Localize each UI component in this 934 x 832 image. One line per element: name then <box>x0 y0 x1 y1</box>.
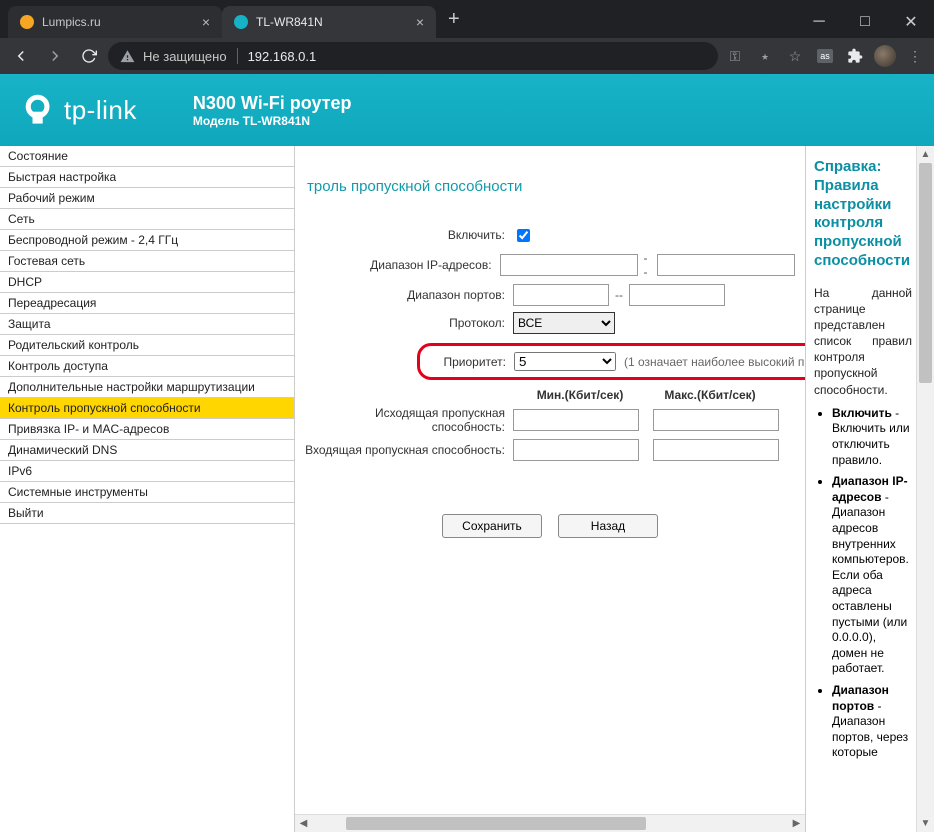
sidebar-item[interactable]: Привязка IP- и MAC-адресов <box>0 419 294 440</box>
label-in-bw: Входящая пропускная способность: <box>305 443 513 457</box>
insecure-icon <box>120 49 135 64</box>
new-tab-button[interactable]: + <box>436 8 472 31</box>
page-vertical-scrollbar[interactable]: ▲ ▼ <box>916 146 934 832</box>
sidebar-item[interactable]: Дополнительные настройки маршрутизации <box>0 377 294 398</box>
ip-range-to-input[interactable] <box>657 254 795 276</box>
tplink-logo: tp-link <box>24 93 137 127</box>
label-out-bw: Исходящая пропускная способность: <box>305 406 513 434</box>
minimize-button[interactable]: ─ <box>796 6 842 38</box>
back-button[interactable] <box>6 41 36 71</box>
save-button[interactable]: Сохранить <box>442 514 542 538</box>
sidebar-item[interactable]: Защита <box>0 314 294 335</box>
browser-tabstrip: Lumpics.ru × TL-WR841N × + ─ □ ✕ <box>0 0 934 38</box>
label-port-range: Диапазон портов: <box>305 288 513 302</box>
sidebar-item[interactable]: Состояние <box>0 146 294 167</box>
scroll-right-icon[interactable]: ▶ <box>788 815 805 832</box>
in-bw-min-input[interactable] <box>513 439 639 461</box>
close-window-button[interactable]: ✕ <box>888 6 934 38</box>
priority-select[interactable]: 5 <box>514 352 616 371</box>
label-enable: Включить: <box>305 228 513 242</box>
in-bw-max-input[interactable] <box>653 439 779 461</box>
insecure-label: Не защищено <box>143 49 227 64</box>
scroll-down-icon[interactable]: ▼ <box>917 815 934 832</box>
page-content: tp-link N300 Wi-Fi роутер Модель TL-WR84… <box>0 74 934 832</box>
priority-highlight: Приоритет: 5 (1 означает наиболее высоки… <box>417 343 805 380</box>
sidebar-item[interactable]: Родительский контроль <box>0 335 294 356</box>
extensions-button[interactable] <box>842 42 868 70</box>
menu-button[interactable]: ⋮ <box>902 42 928 70</box>
label-priority: Приоритет: <box>428 355 514 369</box>
out-bw-min-input[interactable] <box>513 409 639 431</box>
label-ip-range: Диапазон IP-адресов: <box>305 258 500 272</box>
help-item: Включить - Включить или отключить правил… <box>832 406 912 468</box>
favicon-tplink <box>234 15 248 29</box>
help-title: Справка: Правила настройки контроля проп… <box>814 158 912 271</box>
help-intro: На данной странице представлен список пр… <box>814 285 912 398</box>
close-icon[interactable]: × <box>202 15 210 29</box>
tab-title: Lumpics.ru <box>42 15 194 29</box>
sidebar-item[interactable]: Контроль пропускной способности <box>0 398 294 419</box>
help-item: Диапазон IP-адресов - Диапазон адресов в… <box>832 474 912 677</box>
help-panel: Справка: Правила настройки контроля проп… <box>805 146 916 832</box>
url-text: 192.168.0.1 <box>248 49 317 64</box>
browser-toolbar: Не защищено 192.168.0.1 ⚿ ⭑ ☆ as ⋮ <box>0 38 934 74</box>
back-button[interactable]: Назад <box>558 514 658 538</box>
scroll-up-icon[interactable]: ▲ <box>917 146 934 163</box>
help-list: Включить - Включить или отключить правил… <box>814 406 912 761</box>
address-bar[interactable]: Не защищено 192.168.0.1 <box>108 42 718 70</box>
port-range-to-input[interactable] <box>629 284 725 306</box>
main-panel: троль пропускной способности Включить: Д… <box>295 146 805 832</box>
page-title: троль пропускной способности <box>307 178 795 195</box>
out-bw-max-input[interactable] <box>653 409 779 431</box>
bandwidth-column-headers: Мин.(Кбит/сек) Макс.(Кбит/сек) <box>515 388 795 402</box>
favicon-lumpics <box>20 15 34 29</box>
port-range-from-input[interactable] <box>513 284 609 306</box>
sidebar-item[interactable]: Гостевая сеть <box>0 251 294 272</box>
priority-hint: (1 означает наиболее высокий при <box>624 355 805 369</box>
tab-router[interactable]: TL-WR841N × <box>222 6 436 38</box>
window-controls: ─ □ ✕ <box>796 6 934 38</box>
tab-lumpics[interactable]: Lumpics.ru × <box>8 6 222 38</box>
sidebar-item[interactable]: Контроль доступа <box>0 356 294 377</box>
sidebar-item[interactable]: Системные инструменты <box>0 482 294 503</box>
tab-title: TL-WR841N <box>256 15 408 29</box>
profile-avatar[interactable] <box>872 42 898 70</box>
sidebar-item[interactable]: Рабочий режим <box>0 188 294 209</box>
key-icon[interactable]: ⚿ <box>722 42 748 70</box>
maximize-button[interactable]: □ <box>842 6 888 38</box>
sidebar-item[interactable]: Переадресация <box>0 293 294 314</box>
enable-checkbox[interactable] <box>517 229 530 242</box>
sidebar-item[interactable]: Сеть <box>0 209 294 230</box>
ip-range-from-input[interactable] <box>500 254 638 276</box>
sidebar-item[interactable]: Выйти <box>0 503 294 524</box>
extension-icon[interactable]: as <box>812 42 838 70</box>
close-icon[interactable]: × <box>416 15 424 29</box>
model-info: N300 Wi-Fi роутер Модель TL-WR841N <box>193 93 352 128</box>
translate-icon[interactable]: ⭑ <box>752 42 778 70</box>
forward-button[interactable] <box>40 41 70 71</box>
label-protocol: Протокол: <box>305 316 513 330</box>
help-item: Диапазон портов - Диапазон портов, через… <box>832 683 912 761</box>
sidebar-item[interactable]: Динамический DNS <box>0 440 294 461</box>
sidebar-item[interactable]: Быстрая настройка <box>0 167 294 188</box>
reload-button[interactable] <box>74 41 104 71</box>
sidebar-item[interactable]: IPv6 <box>0 461 294 482</box>
sidebar-item[interactable]: DHCP <box>0 272 294 293</box>
scroll-left-icon[interactable]: ◀ <box>295 815 312 832</box>
bookmark-icon[interactable]: ☆ <box>782 42 808 70</box>
sidebar-nav: СостояниеБыстрая настройкаРабочий режимС… <box>0 146 295 832</box>
router-banner: tp-link N300 Wi-Fi роутер Модель TL-WR84… <box>0 74 934 146</box>
main-horizontal-scrollbar[interactable]: ◀ ▶ <box>295 814 805 832</box>
protocol-select[interactable]: ВСЕ <box>513 312 615 334</box>
sidebar-item[interactable]: Беспроводной режим - 2,4 ГГц <box>0 230 294 251</box>
